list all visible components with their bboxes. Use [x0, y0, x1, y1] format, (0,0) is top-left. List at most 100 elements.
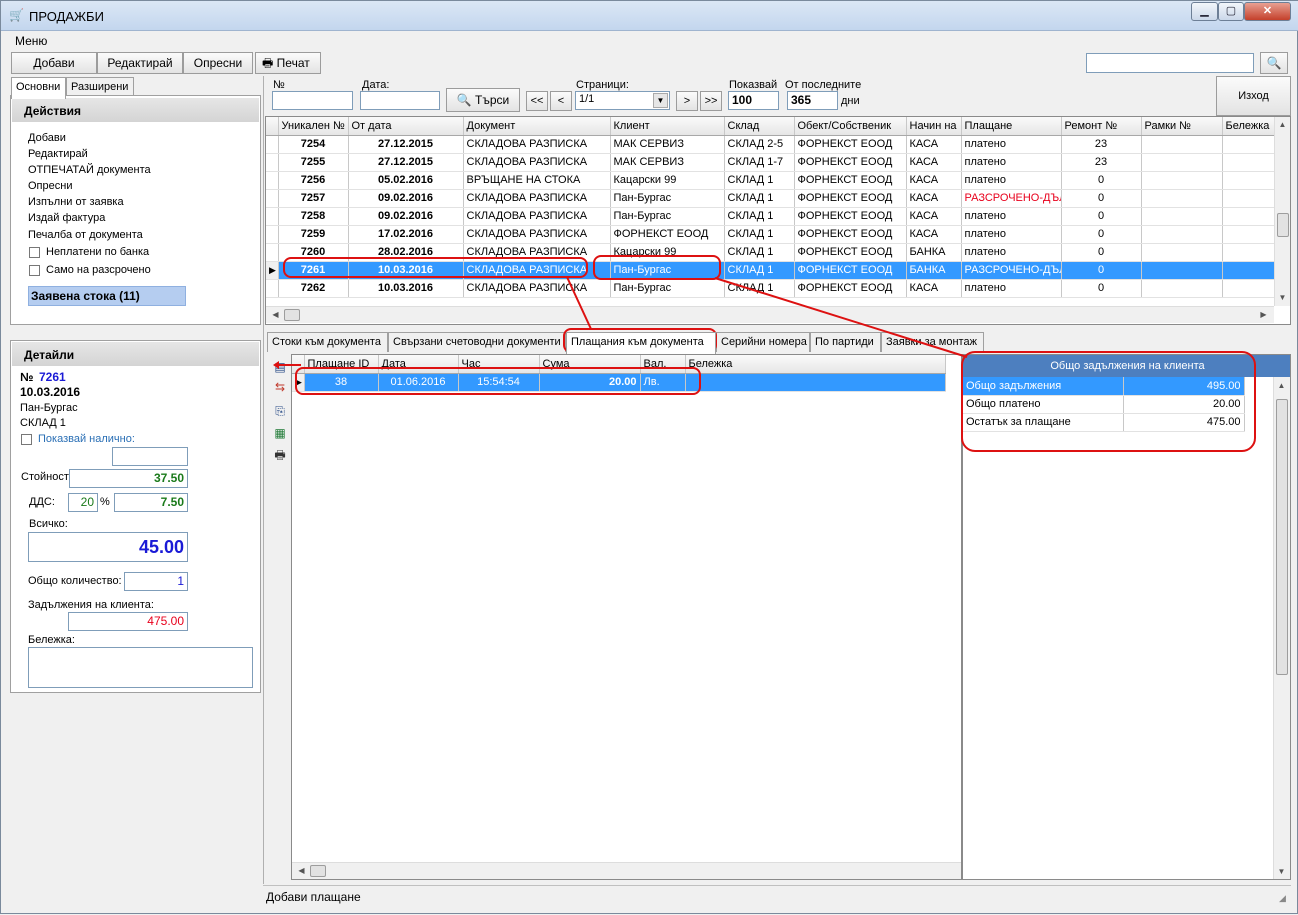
- scroll-right-icon[interactable]: ▶: [1256, 310, 1271, 319]
- scroll-down-icon[interactable]: ▼: [1275, 293, 1290, 302]
- documents-vscroll[interactable]: ▲ ▼: [1274, 117, 1290, 306]
- row-header[interactable]: [266, 135, 279, 154]
- minimize-button[interactable]: ▁: [1191, 2, 1218, 21]
- table-row[interactable]: 7259 17.02.2016 СКЛАДОВА РАЗПИСКА ФОРНЕКСТ …: [266, 225, 1275, 244]
- splitter[interactable]: [263, 76, 264, 884]
- row-header[interactable]: [266, 243, 279, 262]
- ordered-goods-item[interactable]: Заявена стока (11): [28, 286, 186, 306]
- table-row[interactable]: 7258 09.02.2016 СКЛАДОВА РАЗПИСКА Пан-Бурга…: [266, 207, 1275, 226]
- column-header[interactable]: Начин на: [906, 117, 962, 136]
- column-header[interactable]: Документ: [463, 117, 611, 136]
- quantity-field[interactable]: 1: [124, 572, 188, 591]
- installments-checkbox[interactable]: [29, 265, 40, 276]
- action-refresh[interactable]: Опресни: [28, 180, 72, 192]
- row-header[interactable]: ▶: [266, 261, 279, 280]
- table-row[interactable]: 7254 27.12.2015 СКЛАДОВА РАЗПИСКА МАК СЕРВИ…: [266, 135, 1275, 154]
- payments-hscroll[interactable]: ◀: [292, 862, 961, 879]
- tab-installation-orders[interactable]: Заявки за монтаж: [881, 332, 984, 352]
- add-payment-icon[interactable]: ▤: [272, 359, 288, 375]
- available-field[interactable]: [112, 447, 188, 466]
- action-document-profit[interactable]: Печалба от документа: [28, 229, 143, 241]
- vat-value-field[interactable]: 7.50: [114, 493, 188, 512]
- tab-serial-numbers[interactable]: Серийни номера: [716, 332, 810, 352]
- column-header[interactable]: Бележка: [685, 355, 946, 374]
- column-header[interactable]: Обект/Собственик: [794, 117, 907, 136]
- edit-button[interactable]: Редактирай: [97, 52, 183, 74]
- column-header[interactable]: Плащане: [961, 117, 1062, 136]
- scroll-thumb[interactable]: [1276, 399, 1288, 675]
- global-search-input[interactable]: [1086, 53, 1254, 73]
- scroll-thumb[interactable]: [284, 309, 300, 321]
- next-page-button[interactable]: >: [676, 91, 698, 111]
- scroll-down-icon[interactable]: ▼: [1274, 867, 1289, 876]
- maximize-button[interactable]: ▢: [1218, 2, 1244, 21]
- page-select[interactable]: 1/1 ▼: [575, 91, 670, 110]
- date-filter-input[interactable]: [360, 91, 440, 110]
- action-edit[interactable]: Редактирай: [28, 148, 88, 160]
- action-execute-from-order[interactable]: Изпълни от заявка: [28, 196, 124, 208]
- column-header[interactable]: Ремонт №: [1061, 117, 1142, 136]
- refresh-button[interactable]: Опресни: [183, 52, 253, 74]
- column-header[interactable]: От дата: [348, 117, 464, 136]
- add-button[interactable]: Добави: [11, 52, 97, 74]
- copy-icon[interactable]: ⎘: [272, 403, 288, 419]
- column-header[interactable]: Клиент: [610, 117, 725, 136]
- row-header[interactable]: [266, 153, 279, 172]
- menu-item[interactable]: Меню: [15, 34, 47, 48]
- column-header[interactable]: Склад: [724, 117, 795, 136]
- last-days-input[interactable]: 365: [787, 91, 838, 110]
- scroll-up-icon[interactable]: ▲: [1275, 120, 1290, 129]
- row-header[interactable]: [266, 189, 279, 208]
- doc-number[interactable]: 7261: [39, 370, 66, 384]
- column-header[interactable]: Рамки №: [1141, 117, 1223, 136]
- first-page-button[interactable]: <<: [526, 91, 548, 111]
- resize-grip-icon[interactable]: ◢: [1279, 893, 1291, 905]
- client-debts-vscroll[interactable]: ▲ ▼: [1273, 377, 1290, 879]
- prev-page-button[interactable]: <: [550, 91, 572, 111]
- action-issue-invoice[interactable]: Издай фактура: [28, 212, 105, 224]
- scroll-left-icon[interactable]: ◀: [294, 866, 309, 875]
- tab-basic[interactable]: Основни: [11, 77, 66, 99]
- print-button[interactable]: 🖶 Печат: [255, 52, 321, 74]
- scroll-thumb[interactable]: [1277, 213, 1289, 237]
- tab-payments[interactable]: Плащания към документа: [566, 332, 716, 354]
- global-search-button[interactable]: 🔍: [1260, 52, 1288, 74]
- printer-icon[interactable]: 🖶: [272, 447, 288, 463]
- value-field[interactable]: 37.50: [69, 469, 188, 488]
- tab-accounting-docs[interactable]: Свързани счетоводни документи: [388, 332, 566, 352]
- last-page-button[interactable]: >>: [700, 91, 722, 111]
- action-print-document[interactable]: ОТПЕЧАТАЙ документа: [28, 164, 151, 176]
- row-header[interactable]: [266, 225, 279, 244]
- client-debts-field[interactable]: 475.00: [68, 612, 188, 631]
- action-add[interactable]: Добави: [28, 132, 66, 144]
- tab-goods[interactable]: Стоки към документа: [267, 332, 388, 352]
- row-header[interactable]: [266, 207, 279, 226]
- unpaid-bank-checkbox[interactable]: [29, 247, 40, 258]
- scroll-thumb[interactable]: [310, 865, 326, 877]
- show-count-input[interactable]: 100: [728, 91, 779, 110]
- total-field[interactable]: 45.00: [28, 532, 188, 562]
- row-header[interactable]: [266, 279, 279, 298]
- number-filter-input[interactable]: [272, 91, 353, 110]
- search-button[interactable]: 🔍 Търси: [446, 88, 520, 112]
- column-header[interactable]: Бележка: [1222, 117, 1275, 136]
- note-textarea[interactable]: [28, 647, 253, 688]
- exit-button[interactable]: Изход: [1216, 76, 1291, 116]
- tab-extended[interactable]: Разширени: [66, 77, 134, 97]
- close-button[interactable]: ✕: [1244, 2, 1291, 21]
- delete-payment-icon[interactable]: ⇆: [272, 379, 288, 395]
- scroll-left-icon[interactable]: ◀: [268, 310, 283, 319]
- documents-hscroll[interactable]: ◀ ▶: [266, 306, 1274, 323]
- table-row[interactable]: 7257 09.02.2016 СКЛАДОВА РАЗПИСКА Пан-Бурга…: [266, 189, 1275, 208]
- table-row[interactable]: 7255 27.12.2015 СКЛАДОВА РАЗПИСКА МАК СЕРВИ…: [266, 153, 1275, 172]
- table-row[interactable]: 7256 05.02.2016 ВРЪЩАНЕ НА СТОКА Кацарски 9…: [266, 171, 1275, 190]
- chevron-down-icon[interactable]: ▼: [653, 93, 668, 108]
- vat-percent-field[interactable]: 20: [68, 493, 98, 512]
- column-header[interactable]: Уникален №: [278, 117, 349, 136]
- row-header[interactable]: [266, 171, 279, 190]
- tab-batches[interactable]: По партиди: [810, 332, 881, 352]
- excel-export-icon[interactable]: ▦: [272, 425, 288, 441]
- show-available-checkbox[interactable]: [21, 434, 32, 445]
- table-row[interactable]: 7262 10.03.2016 СКЛАДОВА РАЗПИСКА Пан-Бурга…: [266, 279, 1275, 298]
- scroll-up-icon[interactable]: ▲: [1274, 381, 1289, 390]
